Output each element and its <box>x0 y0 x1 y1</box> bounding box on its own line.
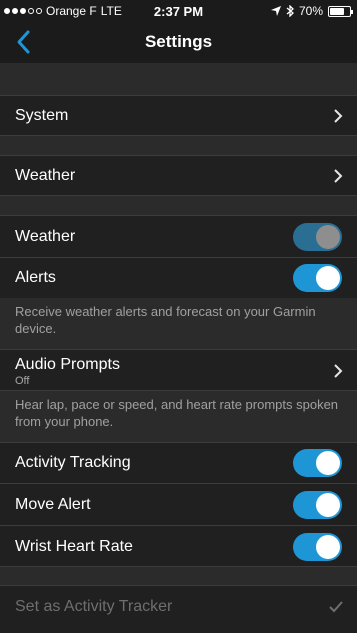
location-arrow-icon <box>270 6 281 16</box>
weather-toggle-label: Weather <box>15 228 76 245</box>
system-label: System <box>15 107 69 124</box>
move-alert-row: Move Alert <box>0 483 357 525</box>
activity-tracking-row: Activity Tracking <box>0 442 357 483</box>
wrist-heart-rate-switch[interactable] <box>293 533 342 561</box>
set-activity-tracker-row[interactable]: Set as Activity Tracker <box>0 585 357 633</box>
page-title: Settings <box>144 32 213 51</box>
wrist-heart-rate-row: Wrist Heart Rate <box>0 525 357 567</box>
nav-bar: Settings <box>0 22 357 63</box>
set-activity-tracker-label: Set as Activity Tracker <box>15 598 173 615</box>
checkmark-icon <box>329 601 343 613</box>
switch-knob <box>316 225 340 249</box>
weather-nav-label: Weather <box>15 167 76 184</box>
system-row[interactable]: System <box>0 95 357 136</box>
battery-icon <box>328 5 353 17</box>
weather-toggle-row: Weather <box>0 215 357 257</box>
move-alert-switch[interactable] <box>293 491 342 519</box>
switch-knob <box>316 451 340 475</box>
switch-knob <box>316 493 340 517</box>
move-alert-label: Move Alert <box>15 496 91 513</box>
audio-prompts-row[interactable]: Audio Prompts Off <box>0 349 357 391</box>
activity-tracking-label: Activity Tracking <box>15 454 131 471</box>
chevron-right-icon <box>334 169 343 183</box>
status-bar: Orange F LTE 2:37 PM 70% <box>0 0 357 22</box>
audio-prompts-label: Audio Prompts <box>15 356 120 373</box>
wrist-heart-rate-label: Wrist Heart Rate <box>15 538 133 555</box>
bluetooth-icon <box>286 5 294 17</box>
switch-knob <box>316 535 340 559</box>
switch-knob <box>316 266 340 290</box>
alerts-label: Alerts <box>15 269 56 286</box>
chevron-right-icon <box>334 364 343 378</box>
activity-tracking-switch[interactable] <box>293 449 342 477</box>
weather-switch[interactable] <box>293 223 342 251</box>
audio-prompts-description: Hear lap, pace or speed, and heart rate … <box>15 397 339 429</box>
alerts-row: Alerts <box>0 257 357 298</box>
weather-nav-row[interactable]: Weather <box>0 155 357 196</box>
alerts-switch[interactable] <box>293 264 342 292</box>
alerts-description: Receive weather alerts and forecast on y… <box>15 304 316 336</box>
chevron-right-icon <box>334 109 343 123</box>
battery-percent: 70% <box>298 4 323 18</box>
status-right: 70% <box>270 4 353 18</box>
audio-prompts-value: Off <box>15 375 30 387</box>
